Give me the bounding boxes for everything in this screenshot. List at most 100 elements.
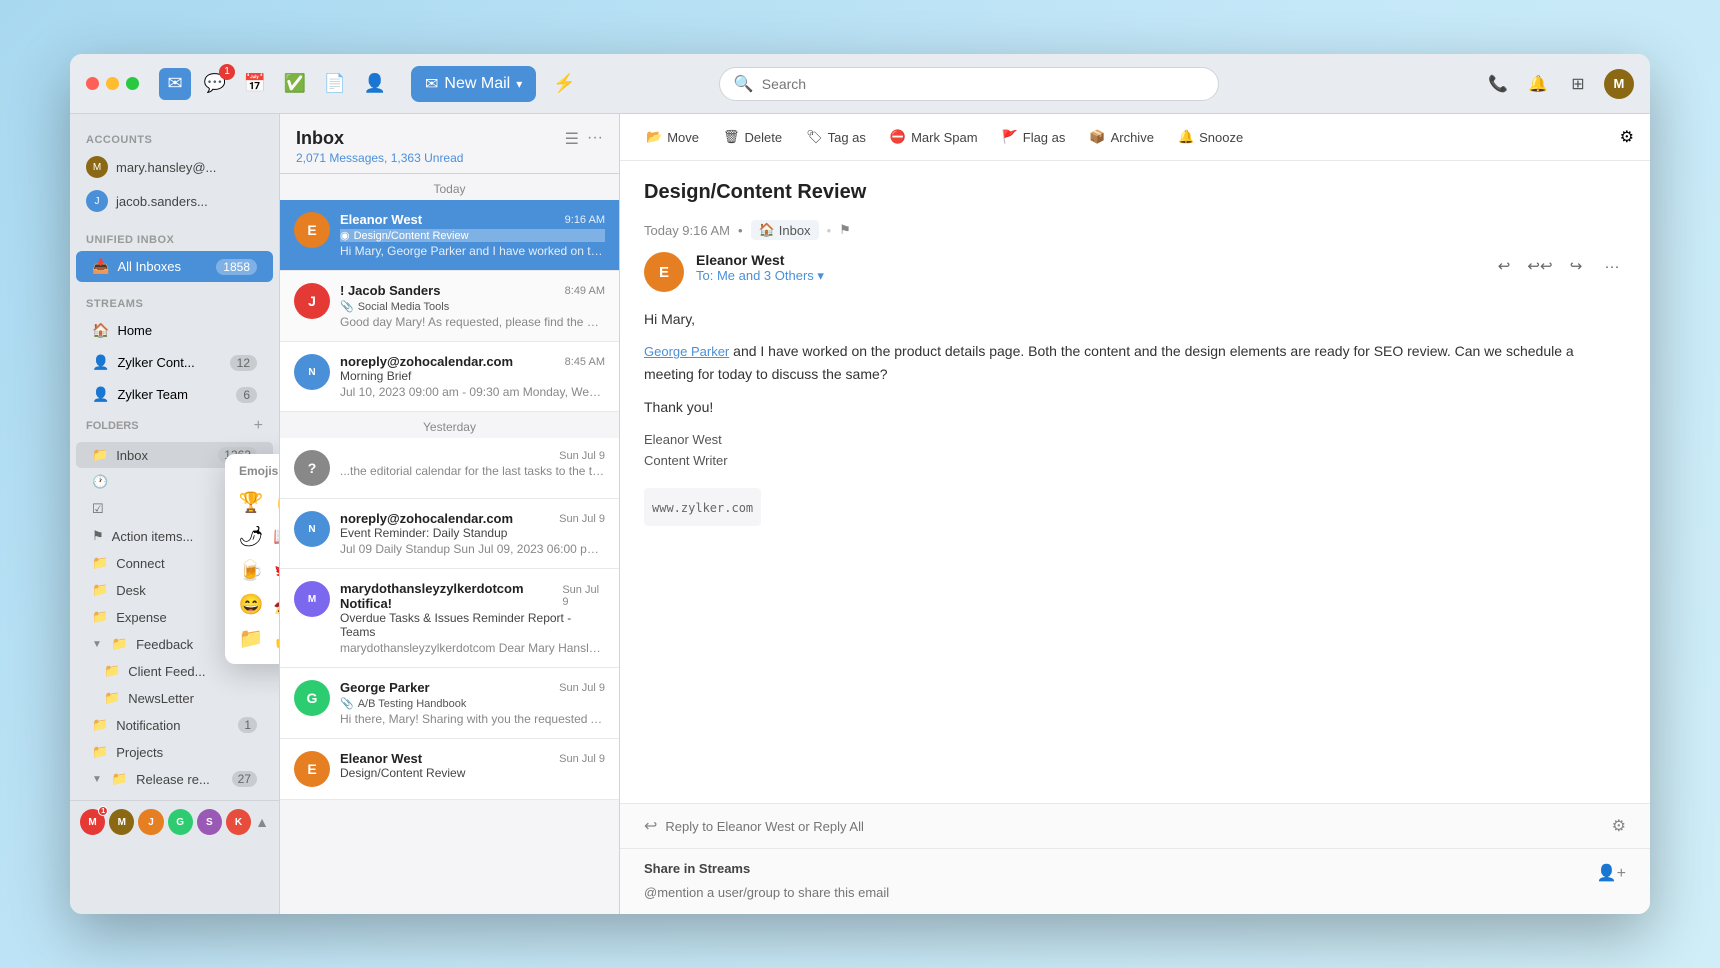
folder-projects-label: Projects (116, 745, 257, 760)
chat-icon[interactable]: 💬 1 (199, 68, 231, 100)
zylker-cont-label: Zylker Cont... (117, 355, 221, 370)
email-item-8[interactable]: E Eleanor West Sun Jul 9 Design/Content … (280, 739, 619, 800)
email-item-5[interactable]: N noreply@zohocalendar.com Sun Jul 9 Eve… (280, 499, 619, 569)
add-folder-button[interactable]: + (254, 417, 263, 435)
new-mail-button[interactable]: ✉ New Mail ▾ (411, 66, 536, 102)
sidebar-folder-newsletter[interactable]: 📁 NewsLetter (76, 685, 273, 711)
bottom-avatar-m[interactable]: M (109, 809, 134, 835)
minimize-button[interactable] (106, 77, 119, 90)
email-sender-8: Eleanor West (340, 751, 422, 766)
search-input[interactable] (762, 76, 1204, 92)
detail-more-icon[interactable]: ⚙ (1620, 127, 1634, 147)
email-item-7[interactable]: G George Parker Sun Jul 9 📎A/B Testing H… (280, 668, 619, 739)
sidebar-item-zylker-cont[interactable]: 👤 Zylker Cont... 12 (76, 347, 273, 378)
more-options-icon[interactable]: ··· (587, 129, 603, 149)
user-avatar[interactable]: M (1604, 69, 1634, 99)
snooze-button[interactable]: 🔔 Snooze (1168, 124, 1253, 150)
emoji-cell[interactable]: 😄 (235, 588, 267, 620)
email-time-3: 8:45 AM (565, 356, 605, 368)
sidebar-folder-release[interactable]: ▼ 📁 Release re... 27 (76, 766, 273, 792)
body-link[interactable]: George Parker (644, 344, 729, 359)
search-bar[interactable]: 🔍 (719, 67, 1219, 101)
reply-all-icon[interactable]: ↩↩ (1526, 252, 1554, 280)
email-content-1: Eleanor West 9:16 AM ◉Design/Content Rev… (340, 212, 605, 258)
detail-action-icons: ↩ ↩↩ ↪ ··· (1490, 252, 1626, 280)
add-stream-member-icon[interactable]: 👤+ (1597, 863, 1626, 883)
email-item-2[interactable]: J ! Jacob Sanders 8:49 AM 📎Social Media … (280, 271, 619, 342)
website-link[interactable]: www.zylker.com (644, 488, 761, 526)
emoji-cell[interactable]: 📁 (235, 622, 267, 654)
email-content-4: Sun Jul 9 ...the editorial calendar for … (340, 450, 605, 486)
email-list: Inbox ☰ ··· 2,071 Messages, 1,363 Unread… (280, 114, 620, 914)
bottom-avatar-j[interactable]: J (138, 809, 163, 835)
email-content-7: George Parker Sun Jul 9 📎A/B Testing Han… (340, 680, 605, 726)
emoji-cell[interactable]: 🌶 (235, 520, 267, 552)
calendar-icon[interactable]: 📅 (239, 68, 271, 100)
body-text: and I have worked on the product details… (644, 343, 1574, 382)
emoji-cell[interactable]: 🏆 (235, 486, 267, 518)
sidebar-folder-projects[interactable]: 📁 Projects (76, 739, 273, 765)
reply-icon[interactable]: ↩ (1490, 252, 1518, 280)
collapse-feedback-icon[interactable]: ▼ (92, 639, 102, 650)
email-item-6[interactable]: M marydothansleyzylkerdotcom Notifica! S… (280, 569, 619, 668)
maximize-button[interactable] (126, 77, 139, 90)
sidebar-folder-notification[interactable]: 📁 Notification 1 (76, 712, 273, 738)
expand-bottom-icon[interactable]: ▲ (255, 814, 269, 830)
layout-icon[interactable]: ⊞ (1564, 70, 1592, 98)
flag-as-button[interactable]: 🚩 Flag as (992, 124, 1076, 150)
collapse-release-icon[interactable]: ▼ (92, 774, 102, 785)
email-item-3[interactable]: N noreply@zohocalendar.com 8:45 AM Morni… (280, 342, 619, 412)
bottom-avatar-g[interactable]: G (168, 809, 193, 835)
forward-icon[interactable]: ↪ (1562, 252, 1590, 280)
sidebar-item-all-inboxes[interactable]: 📥 All Inboxes 1858 (76, 251, 273, 282)
email-time-1: 9:16 AM (565, 214, 605, 226)
emoji-cell[interactable]: 🚀 (270, 588, 280, 620)
stream-cont-icon: 👤 (92, 354, 109, 371)
phone-icon[interactable]: 📞 (1484, 70, 1512, 98)
folder-row3-icon: ☑ (92, 501, 104, 517)
sidebar-item-zylker-team[interactable]: 👤 Zylker Team 6 (76, 379, 273, 410)
mail-icon[interactable]: ✉ (159, 68, 191, 100)
detail-time: Today 9:16 AM (644, 223, 730, 238)
sidebar-item-home[interactable]: 🏠 Home (76, 315, 273, 346)
reply-options-icon[interactable]: ⚙ (1612, 816, 1626, 836)
tasks-icon[interactable]: ✅ (279, 68, 311, 100)
mark-spam-button[interactable]: ⛔ Mark Spam (880, 124, 988, 150)
detail-content: Design/Content Review Today 9:16 AM • 🏠 … (620, 161, 1650, 803)
all-inboxes-count: 1858 (216, 259, 257, 275)
more-actions-icon[interactable]: ··· (1598, 252, 1626, 280)
email-sender-1: Eleanor West (340, 212, 422, 227)
bottom-avatar-k[interactable]: K (226, 809, 251, 835)
filter-icon[interactable]: ☰ (565, 129, 579, 149)
contacts-icon[interactable]: 👤 (359, 68, 391, 100)
share-input[interactable] (644, 885, 1626, 900)
emoji-cell[interactable]: ✋ (270, 486, 280, 518)
all-inboxes-label: All Inboxes (117, 259, 208, 274)
flag-indicator: ⚑ (839, 222, 851, 238)
email-item-4[interactable]: ? Sun Jul 9 ...the editorial calendar fo… (280, 438, 619, 499)
tag-as-button[interactable]: 🏷 Tag as (796, 124, 876, 150)
website-text: www.zylker.com (652, 501, 753, 515)
delete-button[interactable]: 🗑 Delete (713, 124, 792, 150)
account-mary[interactable]: M mary.hansley@... (70, 150, 279, 184)
home-icon: 🏠 (92, 322, 109, 339)
detail-recipients[interactable]: To: Me and 3 Others ▾ (696, 268, 1478, 284)
emoji-cell[interactable]: 🍁 (270, 554, 280, 586)
email-item-1[interactable]: E Eleanor West 9:16 AM ◉Design/Content R… (280, 200, 619, 271)
archive-button[interactable]: 📦 Archive (1079, 124, 1164, 150)
email-tag-2: 📎Social Media Tools (340, 300, 605, 313)
emoji-cell[interactable]: 🍺 (235, 554, 267, 586)
bell-icon[interactable]: 🔔 (1524, 70, 1552, 98)
email-content-8: Eleanor West Sun Jul 9 Design/Content Re… (340, 751, 605, 787)
emoji-cell[interactable]: 📖 (270, 520, 280, 552)
zylker-cont-count: 12 (230, 355, 257, 371)
emoji-popup: Emojis 🏆✋🐷⏳✌🎬❌🌶📖✏⏰🎁🌿🍩🍺🍁🛒⭐😊👏📎😄🚀💀❤🌳✅💼📁👍🙏📅🍮… (225, 454, 280, 664)
reply-input[interactable] (665, 819, 1603, 834)
lightning-icon[interactable]: ⚡ (548, 68, 580, 100)
account-jacob[interactable]: J jacob.sanders... (70, 184, 279, 218)
move-button[interactable]: 📂 Move (636, 124, 709, 150)
close-button[interactable] (86, 77, 99, 90)
notes-icon[interactable]: 📄 (319, 68, 351, 100)
emoji-cell[interactable]: 👍 (270, 622, 280, 654)
bottom-avatar-s[interactable]: S (197, 809, 222, 835)
